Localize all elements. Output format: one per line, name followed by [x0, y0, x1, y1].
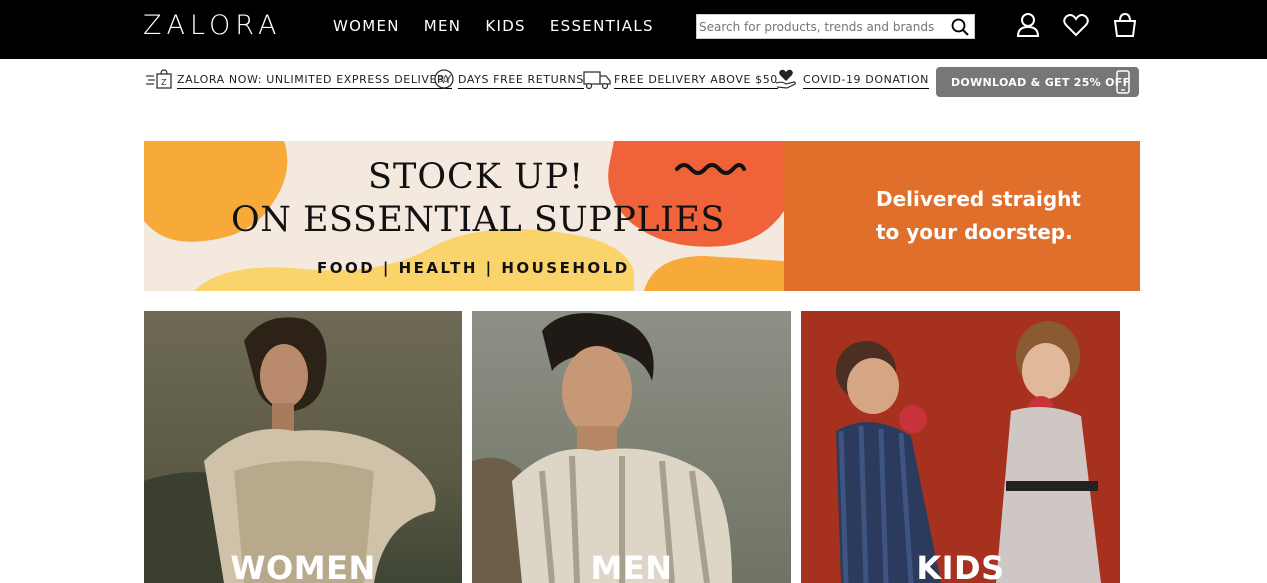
svg-text:30: 30: [438, 75, 448, 84]
download-app-button[interactable]: DOWNLOAD & GET 25% OFF: [936, 67, 1139, 97]
top-header: ZALORA WOMEN MEN KIDS ESSENTIALS: [0, 0, 1267, 59]
nav-kids[interactable]: KIDS: [485, 17, 526, 35]
banner-right-line2: to your doorstep.: [876, 220, 1073, 244]
banner-headline-1-text: STOCK UP!: [368, 157, 585, 197]
search-input[interactable]: [697, 15, 947, 38]
zalora-logo[interactable]: ZALORA: [143, 10, 281, 41]
user-icon[interactable]: [1016, 12, 1040, 42]
donation-heart-icon: [774, 68, 798, 94]
banner-right-text: Delivered straight to your doorstep.: [876, 183, 1081, 249]
main-nav: WOMEN MEN KIDS ESSENTIALS: [333, 17, 678, 35]
nav-women[interactable]: WOMEN: [333, 17, 400, 35]
perk-free-delivery[interactable]: FREE DELIVERY ABOVE $50: [583, 68, 778, 94]
women-photo: [144, 311, 462, 583]
category-kids-label: KIDS: [916, 549, 1005, 583]
category-tile-women[interactable]: WOMEN: [144, 311, 462, 583]
banner-left-panel: STOCK UP! ON ESSENTIAL SUPPLIES FOOD | H…: [144, 141, 784, 291]
search-icon[interactable]: [951, 18, 969, 40]
truck-icon: [583, 68, 611, 94]
banner-right-panel: Delivered straight to your doorstep.: [784, 141, 1140, 291]
phone-icon: [1116, 70, 1130, 94]
essentials-banner[interactable]: STOCK UP! ON ESSENTIAL SUPPLIES FOOD | H…: [144, 141, 1140, 291]
category-women-label: WOMEN: [230, 549, 376, 583]
men-photo: [472, 311, 791, 583]
category-tile-kids[interactable]: KIDS: [801, 311, 1120, 583]
perk-express[interactable]: Z ZALORA NOW: UNLIMITED EXPRESS DELIVERY: [146, 68, 452, 94]
category-tile-men[interactable]: MEN: [472, 311, 791, 583]
perk-returns-label: DAYS FREE RETURNS: [458, 73, 584, 89]
banner-subline: FOOD | HEALTH | HOUSEHOLD: [317, 259, 630, 277]
kids-photo: [801, 311, 1120, 583]
perk-donation[interactable]: COVID-19 DONATION: [774, 68, 929, 94]
perk-free-delivery-label: FREE DELIVERY ABOVE $50: [614, 73, 778, 89]
perk-express-label: ZALORA NOW: UNLIMITED EXPRESS DELIVERY: [177, 73, 452, 89]
express-icon: Z: [146, 68, 174, 94]
search-box: [696, 14, 975, 39]
nav-essentials[interactable]: ESSENTIALS: [550, 17, 654, 35]
30-days-icon: 30: [433, 68, 455, 94]
perk-donation-label: COVID-19 DONATION: [803, 73, 929, 89]
banner-headline-2: ON ESSENTIAL SUPPLIES: [231, 200, 725, 240]
heart-icon[interactable]: [1063, 12, 1089, 42]
nav-men[interactable]: MEN: [424, 17, 462, 35]
banner-right-line1: Delivered straight: [876, 187, 1081, 211]
category-men-label: MEN: [590, 549, 673, 583]
perk-returns[interactable]: 30 DAYS FREE RETURNS: [433, 68, 584, 94]
bag-icon[interactable]: [1112, 12, 1138, 42]
download-button-label: DOWNLOAD & GET 25% OFF: [951, 75, 1131, 89]
svg-text:Z: Z: [161, 78, 167, 87]
